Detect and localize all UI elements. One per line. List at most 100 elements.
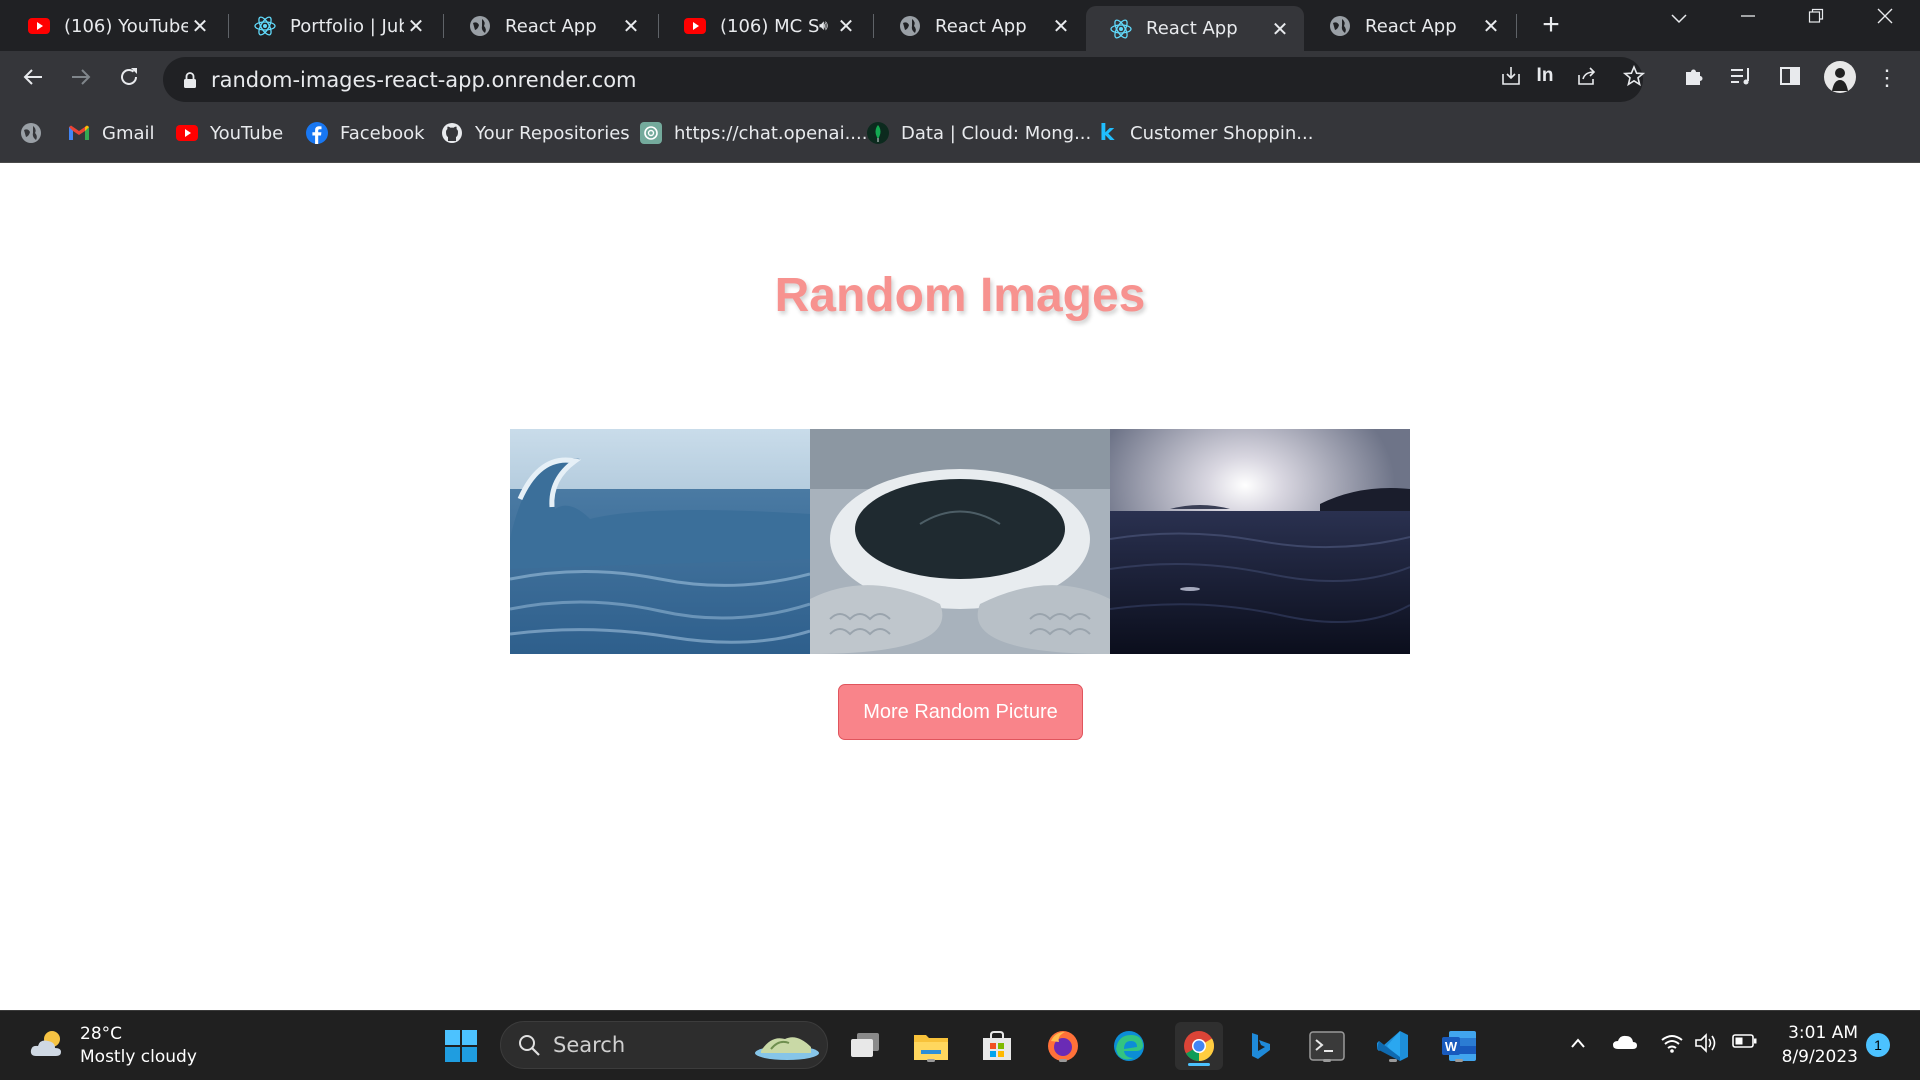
close-icon[interactable]: ✕ — [404, 14, 428, 38]
word-icon[interactable]: W — [1439, 1026, 1479, 1066]
globe-icon — [20, 122, 42, 144]
close-icon[interactable]: ✕ — [619, 14, 643, 38]
window-close-icon[interactable] — [1870, 8, 1900, 29]
taskbar-search-box[interactable]: Search — [500, 1021, 828, 1069]
globe-icon — [469, 15, 491, 37]
bookmark-kaggle[interactable]: k Customer Shoppin... — [1096, 121, 1314, 146]
terminal-icon[interactable] — [1307, 1026, 1347, 1066]
weather-temperature: 28°C — [80, 1024, 123, 1044]
bookmark-mongodb[interactable]: Data | Cloud: Mong... — [867, 122, 1091, 144]
media-controls-icon[interactable] — [1726, 65, 1756, 93]
gmail-icon — [68, 122, 90, 144]
openai-icon — [640, 122, 662, 144]
bookmark-label: Your Repositories — [475, 122, 630, 144]
forward-arrow-icon[interactable] — [66, 65, 96, 95]
tab-youtube-mc[interactable]: (106) MC S 🔊︎ ✕ — [660, 6, 870, 46]
ocean-wave-image — [510, 429, 810, 654]
tab-react-app[interactable]: React App ✕ — [875, 6, 1085, 46]
more-random-picture-button[interactable]: More Random Picture — [838, 684, 1083, 740]
vscode-icon[interactable] — [1373, 1026, 1413, 1066]
page-title: Random Images — [774, 269, 1146, 322]
tab-portfolio[interactable]: Portfolio | Juba ✕ — [230, 6, 440, 46]
profile-avatar[interactable] — [1824, 61, 1856, 99]
page-content: Random Images More Random Picture — [0, 164, 1920, 1010]
tab-react-app-active[interactable]: React App ✕ — [1086, 6, 1304, 51]
volume-icon[interactable] — [1692, 1033, 1722, 1058]
notification-badge[interactable]: 1 — [1866, 1033, 1890, 1057]
share-icon[interactable] — [1572, 65, 1602, 93]
search-placeholder: Search — [553, 1033, 626, 1057]
battery-icon[interactable] — [1730, 1033, 1760, 1054]
linkedin-extension-icon[interactable]: In — [1530, 65, 1560, 87]
running-indicator — [1323, 1059, 1331, 1062]
cloudy-weather-icon — [28, 1028, 68, 1065]
bookmark-label: YouTube — [210, 122, 284, 144]
coffee-cup-image — [810, 429, 1110, 654]
bookmark-globe[interactable] — [20, 122, 54, 144]
side-panel-icon[interactable] — [1775, 65, 1805, 93]
new-tab-button[interactable]: + — [1536, 10, 1566, 40]
bookmark-label: Data | Cloud: Mong... — [901, 122, 1092, 144]
tab-react-app[interactable]: React App ✕ — [445, 6, 655, 46]
clock-time: 3:01 AM — [1788, 1023, 1858, 1043]
tab-react-app[interactable]: React App ✕ — [1305, 6, 1515, 46]
close-icon[interactable]: ✕ — [188, 14, 212, 38]
windows-taskbar: 28°C Mostly cloudy Search W 3:01 AM 8/9/… — [0, 1010, 1920, 1080]
image-gallery — [510, 429, 1410, 654]
microsoft-store-icon[interactable] — [977, 1026, 1017, 1066]
search-icon — [517, 1033, 541, 1057]
chrome-icon[interactable] — [1175, 1022, 1223, 1070]
reload-icon[interactable] — [114, 65, 144, 95]
close-icon[interactable]: ✕ — [1268, 17, 1292, 41]
firefox-icon[interactable] — [1043, 1026, 1083, 1066]
restore-icon[interactable] — [1801, 8, 1831, 29]
bookmark-label: https://chat.openai.... — [674, 122, 868, 144]
bookmark-github[interactable]: Your Repositories — [441, 122, 630, 144]
back-arrow-icon[interactable] — [18, 65, 48, 95]
dark-sea-sunset-image — [1110, 429, 1410, 654]
tab-title: Portfolio | Juba — [290, 15, 404, 37]
bookmark-star-icon[interactable] — [1619, 64, 1649, 93]
windows-start-icon[interactable] — [441, 1026, 481, 1066]
edge-icon[interactable] — [1109, 1026, 1149, 1066]
youtube-icon — [176, 122, 198, 144]
task-view-icon[interactable] — [845, 1026, 885, 1066]
weather-widget[interactable]: 28°C Mostly cloudy — [28, 1023, 197, 1069]
tab-separator — [658, 14, 659, 38]
lock-icon[interactable] — [183, 71, 197, 88]
bookmark-facebook[interactable]: Facebook — [306, 122, 425, 144]
speaker-icon[interactable]: 🔊︎ — [819, 18, 828, 34]
tab-title: React App — [1146, 18, 1238, 39]
tab-separator — [443, 14, 444, 38]
browser-tab-bar: (106) YouTube ✕ Portfolio | Juba ✕ React… — [0, 0, 1920, 51]
mongodb-icon — [867, 122, 889, 144]
bookmark-chatgpt[interactable]: https://chat.openai.... — [640, 122, 867, 144]
react-icon — [254, 15, 276, 37]
menu-kebab-icon[interactable]: ⋮ — [1872, 65, 1902, 91]
onedrive-cloud-icon[interactable] — [1610, 1033, 1640, 1056]
system-clock[interactable]: 3:01 AM 8/9/2023 — [1770, 1021, 1858, 1069]
browser-toolbar: random-images-react-app.onrender.com In … — [0, 51, 1920, 108]
address-bar[interactable]: random-images-react-app.onrender.com — [163, 57, 1643, 102]
show-hidden-icons-chevron-icon[interactable] — [1563, 1033, 1593, 1054]
minimize-icon[interactable] — [1733, 8, 1763, 29]
close-icon[interactable]: ✕ — [1479, 14, 1503, 38]
tab-youtube[interactable]: (106) YouTube ✕ — [4, 6, 224, 46]
search-highlight-icon — [749, 1027, 821, 1063]
tab-separator — [873, 14, 874, 38]
extensions-puzzle-icon[interactable] — [1679, 65, 1709, 93]
close-icon[interactable]: ✕ — [834, 14, 858, 38]
tab-title: React App — [1365, 15, 1457, 37]
bookmark-gmail[interactable]: Gmail — [68, 122, 155, 144]
wifi-icon[interactable] — [1657, 1033, 1687, 1058]
tab-separator — [228, 14, 229, 38]
file-explorer-icon[interactable] — [911, 1026, 951, 1066]
bing-icon[interactable] — [1241, 1026, 1281, 1066]
bookmark-youtube[interactable]: YouTube — [176, 122, 283, 144]
bookmark-label: Gmail — [102, 122, 155, 144]
tab-title: React App — [935, 15, 1027, 37]
install-app-icon[interactable] — [1496, 65, 1526, 93]
tab-search-icon[interactable] — [1664, 8, 1694, 29]
close-icon[interactable]: ✕ — [1049, 14, 1073, 38]
clock-date: 8/9/2023 — [1781, 1047, 1858, 1067]
